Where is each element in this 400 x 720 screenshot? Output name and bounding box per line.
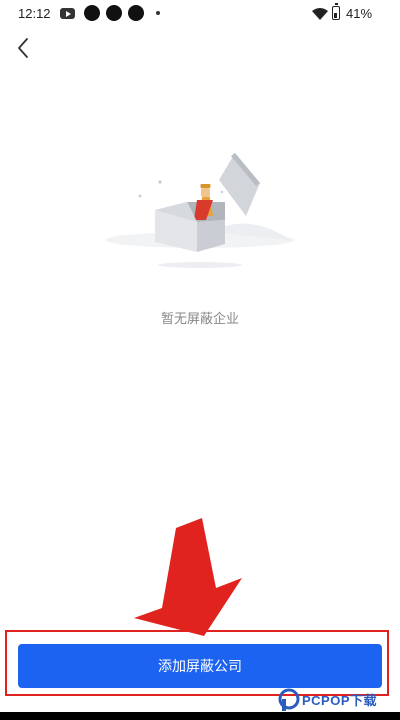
watermark-text: PCPOP下载 xyxy=(302,693,378,708)
chevron-left-icon xyxy=(18,38,28,58)
empty-state-message: 暂无屏蔽企业 xyxy=(160,311,239,326)
add-blocked-company-button[interactable]: 添加屏蔽公司 xyxy=(18,644,382,688)
wifi-icon xyxy=(312,8,328,20)
pcpop-logo-icon xyxy=(278,688,300,711)
notification-dot-icon xyxy=(128,5,144,21)
arrow-down-icon xyxy=(134,518,242,636)
youtube-notification-icon xyxy=(60,8,75,19)
status-bar: 12:12 41% xyxy=(0,0,400,28)
battery-icon xyxy=(332,3,340,20)
bottom-bar xyxy=(0,712,400,720)
battery-percentage: 41% xyxy=(346,6,373,21)
empty-box-illustration xyxy=(105,153,295,268)
back-button[interactable] xyxy=(12,36,36,60)
notification-dot-icon xyxy=(106,5,122,21)
status-time: 12:12 xyxy=(18,6,51,21)
more-notifications-icon xyxy=(156,11,160,15)
notification-dot-icon xyxy=(84,5,100,21)
